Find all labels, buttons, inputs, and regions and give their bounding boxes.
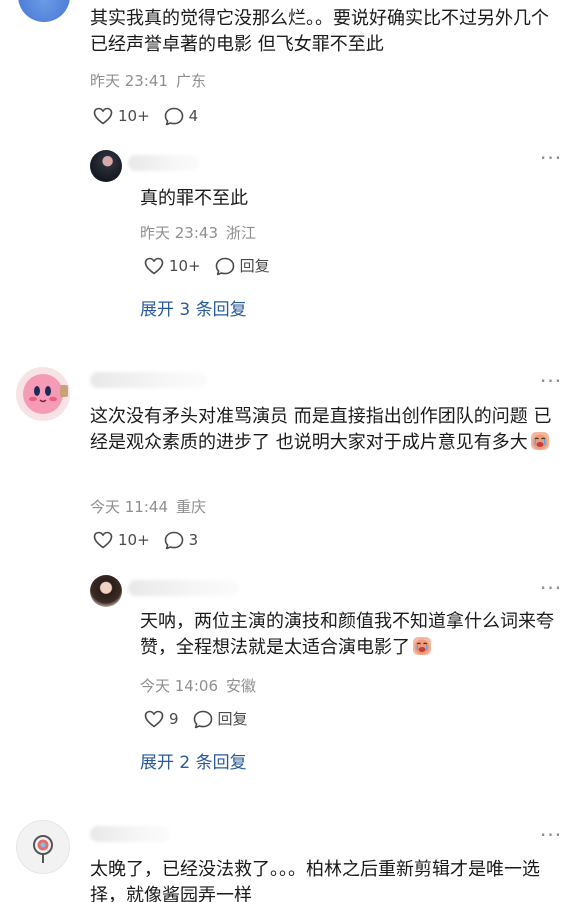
- heart-outline-icon: [93, 107, 113, 125]
- avatar[interactable]: [16, 820, 70, 874]
- reply-actions: 9 回复: [144, 709, 248, 729]
- avatar[interactable]: [18, 0, 70, 22]
- comment-time: 今天 11:44: [90, 498, 168, 516]
- comment-location: 广东: [176, 72, 207, 90]
- reply-meta: 今天 14:06 安徽: [140, 676, 256, 696]
- comment-text-body: 这次没有矛头对准骂演员 而是直接指出创作团队的问题 已经是观众素质的进步了 也说…: [90, 406, 552, 453]
- like-button[interactable]: 10+: [93, 530, 150, 550]
- expand-replies-link[interactable]: 展开 3 条回复: [140, 298, 247, 322]
- more-dots-icon[interactable]: ···: [540, 148, 562, 168]
- reply-count: 4: [188, 107, 199, 125]
- chat-bubble-icon: [164, 531, 184, 550]
- comment-text: 这次没有矛头对准骂演员 而是直接指出创作团队的问题 已经是观众素质的进步了 也说…: [90, 404, 560, 456]
- reply-count: 3: [188, 531, 199, 549]
- comment-meta: 今天 11:44 重庆: [90, 497, 206, 517]
- reply-label: 回复: [239, 257, 270, 275]
- reply-time: 昨天 23:43: [140, 224, 218, 242]
- more-dots-icon[interactable]: ···: [540, 825, 562, 845]
- username-blurred[interactable]: [128, 580, 240, 596]
- reply-button[interactable]: 回复: [215, 256, 270, 276]
- crying-face-emoji: [412, 636, 432, 656]
- reply-meta: 昨天 23:43 浙江: [140, 223, 256, 243]
- comment-time: 昨天 23:41: [90, 72, 168, 90]
- reply-time: 今天 14:06: [140, 677, 218, 695]
- like-button[interactable]: 10+: [144, 256, 201, 276]
- avatar[interactable]: [16, 367, 70, 421]
- more-dots-icon[interactable]: ···: [540, 371, 562, 391]
- chat-bubble-icon: [215, 257, 235, 276]
- avatar[interactable]: [90, 150, 122, 182]
- comment-feed: 其实我真的觉得它没那么烂。。要说好确实比不过另外几个已经声誉卓著的电影 但飞女罪…: [0, 0, 582, 902]
- comment-actions: 10+ 4: [93, 106, 198, 126]
- reply-text-body: 天呐，两位主演的演技和颜值我不知道拿什么词来夸赞，全程想法就是太适合演电影了: [140, 611, 554, 658]
- avatar[interactable]: [90, 575, 122, 607]
- reply-text: 天呐，两位主演的演技和颜值我不知道拿什么词来夸赞，全程想法就是太适合演电影了: [140, 609, 560, 661]
- reply-label: 回复: [217, 710, 248, 728]
- reply-text: 真的罪不至此: [140, 188, 248, 209]
- comment-meta: 昨天 23:41 广东: [90, 71, 206, 91]
- like-count: 10+: [169, 257, 201, 275]
- reply-location: 浙江: [226, 224, 257, 242]
- like-button[interactable]: 9: [144, 709, 179, 729]
- comment-actions: 10+ 3: [93, 530, 198, 550]
- expand-replies-link[interactable]: 展开 2 条回复: [140, 751, 247, 775]
- reply-button[interactable]: 回复: [193, 709, 248, 729]
- heart-outline-icon: [93, 531, 113, 549]
- comment-text: 太晚了，已经没法救了。。。柏林之后重新剪辑才是唯一选择，就像酱园弄一样: [90, 859, 540, 902]
- more-dots-icon[interactable]: ···: [540, 578, 562, 598]
- comment-button[interactable]: 3: [164, 530, 199, 550]
- reply-location: 安徽: [226, 677, 257, 695]
- like-count: 9: [169, 710, 179, 728]
- like-count: 10+: [118, 107, 150, 125]
- heart-outline-icon: [144, 257, 164, 275]
- comment-text: 其实我真的觉得它没那么烂。。要说好确实比不过另外几个已经声誉卓著的电影 但飞女罪…: [90, 8, 549, 55]
- comment-button[interactable]: 4: [164, 106, 199, 126]
- like-count: 10+: [118, 531, 150, 549]
- username-blurred[interactable]: [90, 372, 208, 388]
- heart-outline-icon: [144, 710, 164, 728]
- chat-bubble-icon: [164, 107, 184, 126]
- chat-bubble-icon: [193, 710, 213, 729]
- comment-location: 重庆: [176, 498, 207, 516]
- username-blurred[interactable]: [90, 826, 170, 842]
- crying-face-emoji: [530, 431, 550, 451]
- like-button[interactable]: 10+: [93, 106, 150, 126]
- username-blurred[interactable]: [128, 155, 200, 171]
- reply-actions: 10+ 回复: [144, 256, 270, 276]
